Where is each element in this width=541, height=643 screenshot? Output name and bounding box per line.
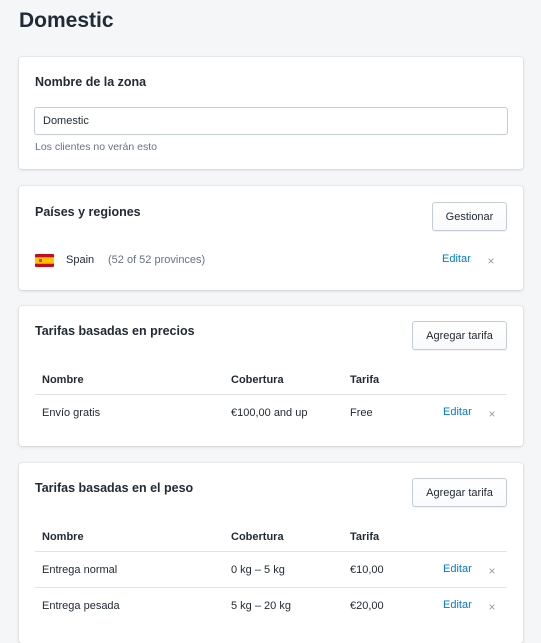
zone-name-title: Nombre de la zona: [35, 75, 147, 89]
price-header-coverage: Cobertura: [231, 374, 284, 386]
price-header-rate: Tarifa: [350, 374, 380, 386]
weight-row-name: Entrega normal: [42, 564, 118, 576]
weight-row-rate: €20,00: [350, 600, 384, 612]
weight-header-divider: [35, 551, 507, 552]
price-row-coverage: €100,00 and up: [231, 407, 308, 419]
zone-name-input[interactable]: [34, 107, 508, 135]
country-detail: (52 of 52 provinces): [108, 254, 206, 266]
remove-country-icon[interactable]: ×: [485, 255, 497, 267]
price-header-divider: [35, 394, 507, 395]
add-weight-rate-button[interactable]: Agregar tarifa: [412, 478, 507, 507]
countries-title: Países y regiones: [35, 205, 141, 219]
weight-row-coverage: 5 kg – 20 kg: [231, 600, 291, 612]
spain-flag-icon: [35, 254, 54, 267]
price-rates-card: Tarifas basadas en precios Agregar tarif…: [19, 306, 523, 446]
weight-row-coverage: 0 kg – 5 kg: [231, 564, 285, 576]
edit-weight-rate-link[interactable]: Editar: [443, 599, 472, 611]
page-title: Domestic: [19, 9, 114, 32]
weight-row-rate: €10,00: [350, 564, 384, 576]
price-row-rate: Free: [350, 407, 373, 419]
weight-row-divider: [35, 587, 507, 588]
price-rates-title: Tarifas basadas en precios: [35, 324, 195, 338]
price-row-name: Envío gratis: [42, 407, 101, 419]
zone-name-card: Nombre de la zona Los clientes no verán …: [19, 57, 523, 169]
zone-name-help: Los clientes no verán esto: [35, 141, 157, 153]
weight-header-coverage: Cobertura: [231, 531, 284, 543]
remove-weight-rate-icon[interactable]: ×: [486, 601, 498, 613]
weight-rates-title: Tarifas basadas en el peso: [35, 481, 194, 495]
weight-header-name: Nombre: [42, 531, 84, 543]
remove-price-rate-icon[interactable]: ×: [486, 408, 498, 420]
manage-countries-button[interactable]: Gestionar: [432, 202, 507, 231]
edit-price-rate-link[interactable]: Editar: [443, 406, 472, 418]
add-price-rate-button[interactable]: Agregar tarifa: [412, 321, 507, 350]
weight-header-rate: Tarifa: [350, 531, 380, 543]
edit-country-link[interactable]: Editar: [442, 253, 471, 265]
price-header-name: Nombre: [42, 374, 84, 386]
weight-rates-card: Tarifas basadas en el peso Agregar tarif…: [19, 463, 523, 643]
weight-row-name: Entrega pesada: [42, 600, 120, 612]
remove-weight-rate-icon[interactable]: ×: [486, 565, 498, 577]
country-name: Spain: [66, 254, 95, 266]
edit-weight-rate-link[interactable]: Editar: [443, 563, 472, 575]
countries-card: Países y regiones Gestionar Spain (52 of…: [19, 186, 523, 290]
